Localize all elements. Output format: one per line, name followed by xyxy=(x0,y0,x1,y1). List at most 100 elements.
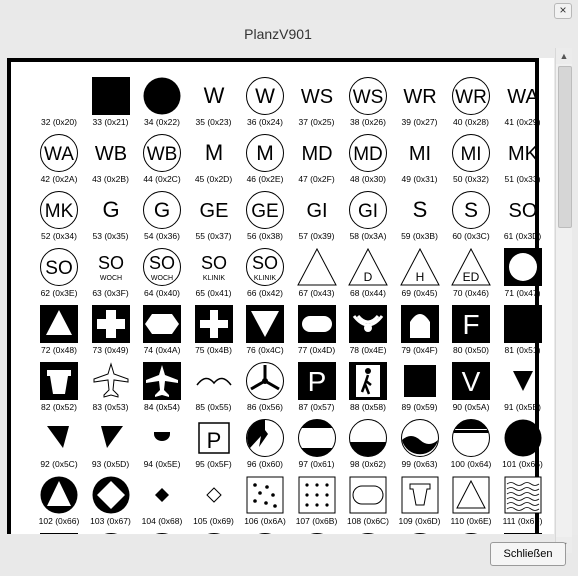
svg-text:KLINIK: KLINIK xyxy=(254,275,277,282)
symbol-cell[interactable] xyxy=(496,529,550,534)
map-symbol-icon: SO xyxy=(503,190,543,230)
map-symbol-icon xyxy=(348,304,388,344)
symbol-cell[interactable]: 71 (0x47) xyxy=(496,244,550,302)
svg-text:SO: SO xyxy=(200,253,226,273)
symbol-cell[interactable]: SO 61 (0x3D) xyxy=(496,187,550,245)
svg-text:W: W xyxy=(255,85,275,108)
svg-text:H: H xyxy=(415,270,424,284)
map-symbol-icon xyxy=(400,304,440,344)
symbol-code-label: 71 (0x47) xyxy=(504,288,541,298)
svg-text:MD: MD xyxy=(301,143,332,165)
map-symbol-icon: WS xyxy=(348,76,388,116)
svg-text:GE: GE xyxy=(199,200,228,222)
symbol-cell[interactable] xyxy=(393,529,447,534)
window-title: PlanzV901 xyxy=(244,26,312,42)
close-icon[interactable]: × xyxy=(554,3,572,19)
map-symbol-icon xyxy=(451,475,491,515)
symbol-cell[interactable]: 101 (0x65) xyxy=(496,415,550,473)
svg-text:ED: ED xyxy=(463,270,480,284)
map-symbol-icon xyxy=(503,361,543,401)
map-symbol-icon: P xyxy=(194,418,234,458)
map-symbol-icon xyxy=(400,475,440,515)
map-symbol-icon: S xyxy=(400,190,440,230)
symbol-code-label: 91 (0x5B) xyxy=(504,402,541,412)
svg-text:WA: WA xyxy=(507,86,539,108)
scrollbar-thumb[interactable] xyxy=(558,66,572,228)
map-symbol-icon: CW xyxy=(245,532,285,534)
svg-text:GE: GE xyxy=(251,201,278,222)
svg-text:WR: WR xyxy=(403,86,436,108)
svg-text:GI: GI xyxy=(358,201,378,222)
map-symbol-icon: WB xyxy=(91,133,131,173)
map-symbol-icon: MI xyxy=(451,133,491,173)
vertical-scrollbar[interactable]: ▲ ▼ xyxy=(555,48,572,553)
symbol-code-label: 81 (0x51) xyxy=(504,345,541,355)
svg-text:G: G xyxy=(102,197,119,222)
map-symbol-icon xyxy=(91,418,131,458)
svg-text:MI: MI xyxy=(460,144,481,165)
symbol-cell[interactable]: B xyxy=(135,529,189,534)
map-symbol-icon xyxy=(503,304,543,344)
close-button[interactable]: Schließen xyxy=(490,542,566,566)
symbol-cell[interactable]: MK 51 (0x33) xyxy=(496,130,550,188)
map-symbol-icon xyxy=(39,304,79,344)
svg-text:M: M xyxy=(256,142,274,165)
map-symbol-icon: E xyxy=(451,532,491,534)
svg-text:SO: SO xyxy=(508,200,537,222)
symbol-cell[interactable]: 91 (0x5B) xyxy=(496,358,550,416)
symbol-cell[interactable] xyxy=(341,529,395,534)
map-symbol-icon xyxy=(91,475,131,515)
map-symbol-icon xyxy=(39,532,79,534)
map-symbol-icon xyxy=(400,532,440,534)
symbol-cell[interactable]: 111 (0x6F) xyxy=(496,472,550,530)
map-symbol-icon: SO xyxy=(39,247,79,287)
map-symbol-icon xyxy=(39,475,79,515)
map-symbol-icon: MI xyxy=(400,133,440,173)
map-symbol-icon: W xyxy=(194,76,234,116)
map-symbol-icon xyxy=(245,361,285,401)
map-symbol-icon xyxy=(142,361,182,401)
map-symbol-icon: WR xyxy=(451,76,491,116)
map-symbol-icon: GI xyxy=(297,190,337,230)
map-symbol-icon: WA xyxy=(39,133,79,173)
map-symbol-icon: P xyxy=(297,361,337,401)
map-symbol-icon: G xyxy=(142,190,182,230)
svg-text:MI: MI xyxy=(408,143,430,165)
map-symbol-icon: H xyxy=(91,532,131,534)
map-symbol-icon: SO KLINIK xyxy=(245,247,285,287)
scroll-up-icon[interactable]: ▲ xyxy=(556,48,572,64)
map-symbol-icon xyxy=(39,361,79,401)
svg-text:W: W xyxy=(203,83,224,108)
svg-text:WB: WB xyxy=(94,143,126,165)
symbol-cell[interactable]: H xyxy=(84,529,138,534)
map-symbol-icon: OW xyxy=(297,532,337,534)
map-symbol-icon xyxy=(142,304,182,344)
map-symbol-icon xyxy=(245,418,285,458)
symbol-cell[interactable]: OW xyxy=(290,529,344,534)
map-symbol-icon xyxy=(297,304,337,344)
symbol-cell[interactable]: Ü xyxy=(187,529,241,534)
map-symbol-icon xyxy=(451,418,491,458)
symbol-cell[interactable]: E xyxy=(444,529,498,534)
symbol-code-label: 61 (0x3D) xyxy=(503,231,542,241)
map-symbol-icon: D xyxy=(348,247,388,287)
svg-text:MK: MK xyxy=(45,201,74,222)
svg-text:SO: SO xyxy=(252,253,278,273)
symbol-cell[interactable] xyxy=(32,529,86,534)
symbol-cell[interactable]: 81 (0x51) xyxy=(496,301,550,359)
map-symbol-icon xyxy=(348,475,388,515)
map-symbol-icon: GE xyxy=(194,190,234,230)
svg-text:V: V xyxy=(462,366,481,397)
map-symbol-icon: M xyxy=(245,133,285,173)
svg-text:SO: SO xyxy=(149,253,175,273)
map-symbol-icon xyxy=(503,475,543,515)
symbol-code-label: 51 (0x33) xyxy=(504,174,541,184)
map-symbol-icon xyxy=(39,418,79,458)
map-symbol-icon xyxy=(39,76,79,116)
svg-text:WOCH: WOCH xyxy=(151,275,173,282)
symbol-cell[interactable]: WA 41 (0x29) xyxy=(496,73,550,131)
svg-text:GI: GI xyxy=(306,200,327,222)
symbol-grid-panel: 32 (0x20) 33 (0x21) 34 (0x22) W 35 (0x23) W 36… xyxy=(7,58,554,534)
map-symbol-icon: WR xyxy=(400,76,440,116)
symbol-cell[interactable]: CW xyxy=(238,529,292,534)
